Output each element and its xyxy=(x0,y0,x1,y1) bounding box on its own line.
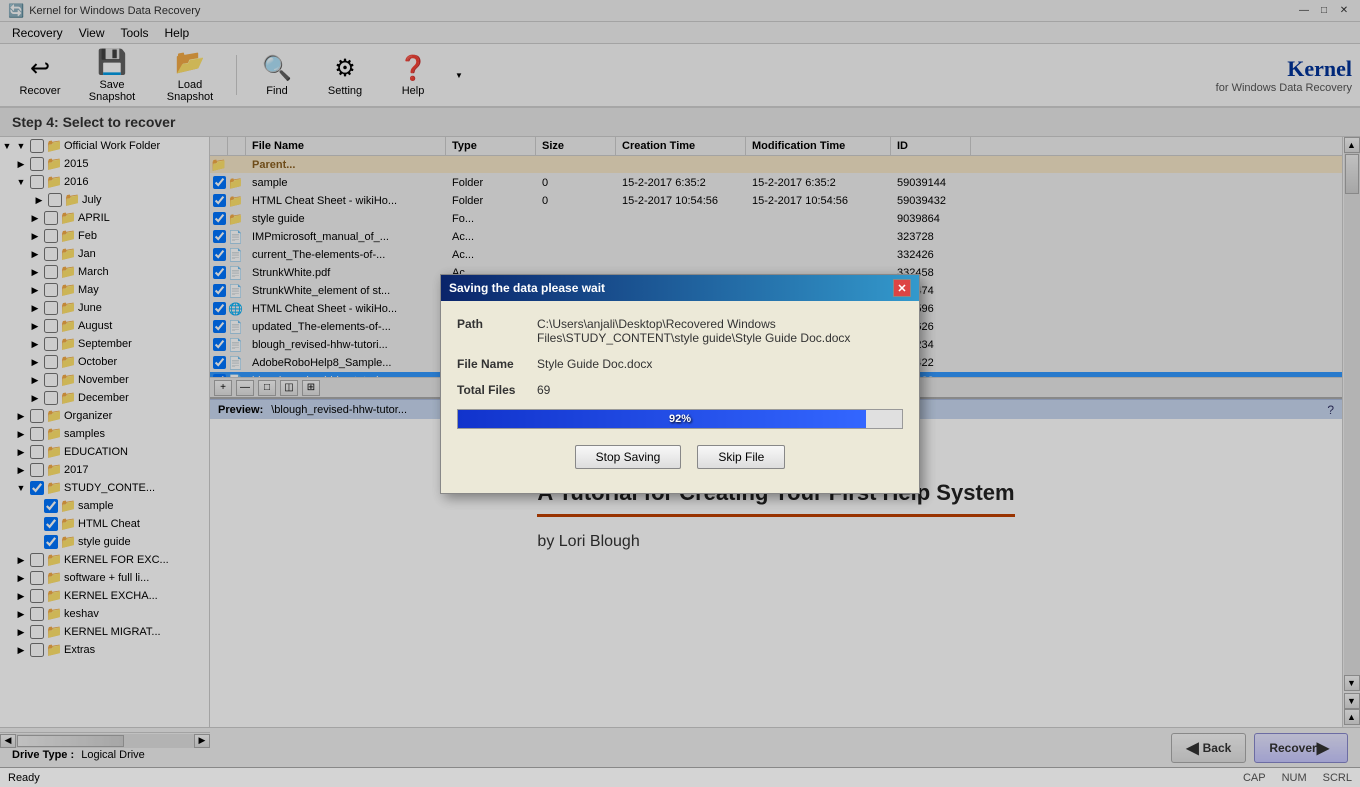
modal-titlebar: Saving the data please wait ✕ xyxy=(441,275,919,301)
modal-path-label: Path xyxy=(457,317,537,331)
scrl-indicator: SCRL xyxy=(1323,772,1352,784)
modal-filename-value: Style Guide Doc.docx xyxy=(537,357,652,371)
modal-totalfiles-value: 69 xyxy=(537,383,550,397)
cap-indicator: CAP xyxy=(1243,772,1266,784)
indicators: CAP NUM SCRL xyxy=(1243,772,1352,784)
modal-totalfiles-row: Total Files 69 xyxy=(457,383,903,397)
modal-path-row: Path C:\Users\anjali\Desktop\Recovered W… xyxy=(457,317,903,345)
progress-container: 92% xyxy=(457,409,903,429)
bottom-bar: Ready CAP NUM SCRL xyxy=(0,767,1360,787)
modal-totalfiles-label: Total Files xyxy=(457,383,537,397)
skip-file-button[interactable]: Skip File xyxy=(697,445,785,469)
progress-text: 92% xyxy=(669,413,691,425)
modal-close-button[interactable]: ✕ xyxy=(893,279,911,297)
modal-filename-label: File Name xyxy=(457,357,537,371)
progress-bar xyxy=(458,410,866,428)
modal-buttons: Stop Saving Skip File xyxy=(457,437,903,477)
modal-overlay: Saving the data please wait ✕ Path C:\Us… xyxy=(0,0,1360,768)
status-text: Ready xyxy=(8,772,1219,784)
num-indicator: NUM xyxy=(1282,772,1307,784)
save-progress-dialog: Saving the data please wait ✕ Path C:\Us… xyxy=(440,274,920,494)
modal-path-value: C:\Users\anjali\Desktop\Recovered Window… xyxy=(537,317,903,345)
modal-body: Path C:\Users\anjali\Desktop\Recovered W… xyxy=(441,301,919,493)
modal-filename-row: File Name Style Guide Doc.docx xyxy=(457,357,903,371)
stop-saving-button[interactable]: Stop Saving xyxy=(575,445,682,469)
modal-title: Saving the data please wait xyxy=(449,281,605,295)
